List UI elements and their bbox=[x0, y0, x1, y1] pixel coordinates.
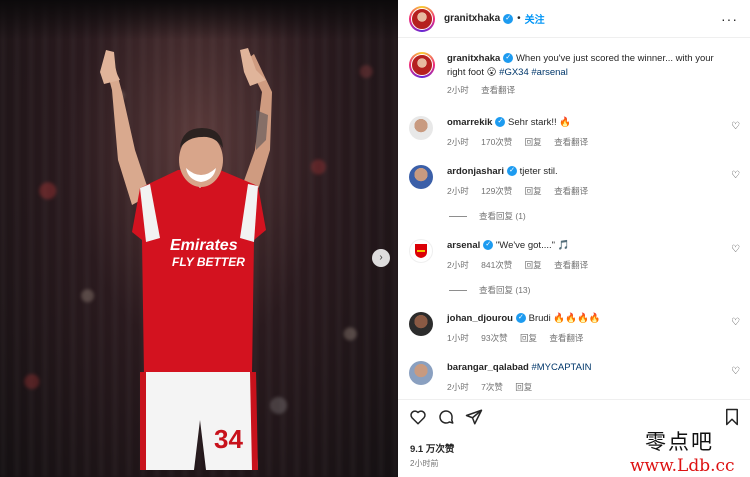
follow-button[interactable]: 关注 bbox=[525, 11, 545, 26]
comment-time: 2小时 bbox=[447, 382, 469, 392]
comment-username[interactable]: omarrekik bbox=[447, 117, 492, 128]
comment-time: 2小时 bbox=[447, 186, 469, 196]
caption-time: 2小时 bbox=[447, 85, 469, 95]
comment-like-heart-icon[interactable]: ♡ bbox=[731, 317, 740, 328]
comment-reply-button[interactable]: 回复 bbox=[525, 260, 542, 270]
commenter-avatar[interactable] bbox=[409, 361, 433, 385]
comments-list[interactable]: granitxhaka ✓ When you've just scored the… bbox=[398, 38, 750, 398]
comment-translate-link[interactable]: 查看翻译 bbox=[549, 333, 583, 343]
chevron-right-icon: › bbox=[379, 252, 383, 263]
caption-translate-link[interactable]: 查看翻译 bbox=[481, 85, 515, 95]
replies-divider-line bbox=[449, 215, 467, 217]
comment-likes[interactable]: 129次赞 bbox=[481, 186, 512, 196]
save-bookmark-icon[interactable] bbox=[724, 408, 740, 426]
view-replies-link[interactable]: 查看回复 (13) bbox=[449, 284, 530, 296]
comment-translate-link[interactable]: 查看翻译 bbox=[554, 186, 588, 196]
comment-username[interactable]: ardonjashari bbox=[447, 166, 504, 177]
comment-time: 2小时 bbox=[447, 137, 469, 147]
comment-username[interactable]: johan_djourou bbox=[447, 313, 513, 324]
post-header: granitxhaka ✓ • 关注 ··· bbox=[398, 0, 750, 38]
comment-like-heart-icon[interactable]: ♡ bbox=[731, 366, 740, 377]
comment-time: 1小时 bbox=[447, 333, 469, 343]
comment-reply-button[interactable]: 回复 bbox=[520, 333, 537, 343]
caption-avatar[interactable] bbox=[409, 52, 435, 78]
comment-likes[interactable]: 93次赞 bbox=[481, 333, 507, 343]
comment-username[interactable]: barangar_qalabad bbox=[447, 362, 529, 373]
comment-time: 2小时 bbox=[447, 260, 469, 270]
post-side-panel: granitxhaka ✓ • 关注 ··· granitxhaka ✓ When… bbox=[398, 0, 750, 477]
comment-likes[interactable]: 841次赞 bbox=[481, 260, 512, 270]
verified-badge-icon: ✓ bbox=[507, 166, 518, 177]
svg-text:34: 34 bbox=[214, 424, 243, 454]
post-photo[interactable]: Emirates FLY BETTER 34 › bbox=[0, 0, 398, 477]
comment-like-heart-icon[interactable]: ♡ bbox=[731, 170, 740, 181]
comment-like-heart-icon[interactable]: ♡ bbox=[731, 121, 740, 132]
comment-text: tjeter stil. bbox=[517, 166, 558, 177]
comment-text: Sehr stark!! 🔥 bbox=[505, 117, 572, 128]
view-replies-label: 查看回复 (1) bbox=[479, 211, 526, 221]
next-photo-button[interactable]: › bbox=[372, 249, 390, 267]
comment-reply-button[interactable]: 回复 bbox=[525, 137, 542, 147]
verified-badge-icon: ✓ bbox=[515, 313, 526, 324]
comment-reply-button[interactable]: 回复 bbox=[515, 382, 532, 392]
verified-badge-icon: ✓ bbox=[495, 117, 506, 128]
view-replies-label: 查看回复 (13) bbox=[479, 285, 531, 295]
comment-like-heart-icon[interactable]: ♡ bbox=[731, 244, 740, 255]
caption-hashtags[interactable]: #GX34 #arsenal bbox=[499, 67, 568, 78]
photo-player-figure: Emirates FLY BETTER 34 bbox=[100, 48, 272, 470]
comment-text[interactable]: #MYCAPTAIN bbox=[529, 362, 591, 373]
comment-likes[interactable]: 7次赞 bbox=[481, 382, 503, 392]
watermark-title: 零点吧 bbox=[645, 430, 714, 454]
arsenal-crest-icon bbox=[415, 244, 427, 258]
comment-text: Brudi 🔥🔥🔥🔥 bbox=[525, 313, 601, 324]
svg-text:FLY BETTER: FLY BETTER bbox=[172, 255, 245, 269]
watermark-url: www.Ldb.cc bbox=[630, 456, 735, 476]
post-timestamp: 2小时前 bbox=[410, 459, 439, 468]
commenter-avatar[interactable] bbox=[409, 239, 433, 263]
site-watermark: 零点吧 www.Ldb.cc bbox=[630, 426, 750, 477]
author-username[interactable]: granitxhaka bbox=[444, 13, 500, 24]
verified-badge-icon: ✓ bbox=[503, 53, 514, 64]
comment-translate-link[interactable]: 查看翻译 bbox=[554, 260, 588, 270]
verified-badge-icon: ✓ bbox=[483, 240, 494, 251]
comment-translate-link[interactable]: 查看翻译 bbox=[554, 137, 588, 147]
svg-text:Emirates: Emirates bbox=[170, 237, 238, 254]
commenter-avatar[interactable] bbox=[409, 312, 433, 336]
like-heart-icon[interactable] bbox=[409, 408, 427, 426]
verified-badge-icon: ✓ bbox=[503, 13, 514, 24]
commenter-avatar[interactable] bbox=[409, 165, 433, 189]
post-like-count[interactable]: 9.1 万次赞 bbox=[410, 441, 454, 455]
caption-username[interactable]: granitxhaka bbox=[447, 53, 500, 64]
more-options-icon[interactable]: ··· bbox=[721, 11, 738, 27]
comment-username[interactable]: arsenal bbox=[447, 240, 480, 251]
author-avatar[interactable] bbox=[409, 5, 435, 32]
view-replies-link[interactable]: 查看回复 (1) bbox=[449, 210, 526, 222]
share-send-icon[interactable] bbox=[465, 408, 483, 426]
comment-likes[interactable]: 170次赞 bbox=[481, 137, 512, 147]
replies-divider-line bbox=[449, 289, 467, 291]
commenter-avatar[interactable] bbox=[409, 116, 433, 140]
comment-text: "We've got...." 🎵 bbox=[493, 240, 570, 251]
comment-reply-button[interactable]: 回复 bbox=[525, 186, 542, 196]
separator-dot: • bbox=[517, 13, 521, 24]
comment-bubble-icon[interactable] bbox=[437, 408, 455, 426]
